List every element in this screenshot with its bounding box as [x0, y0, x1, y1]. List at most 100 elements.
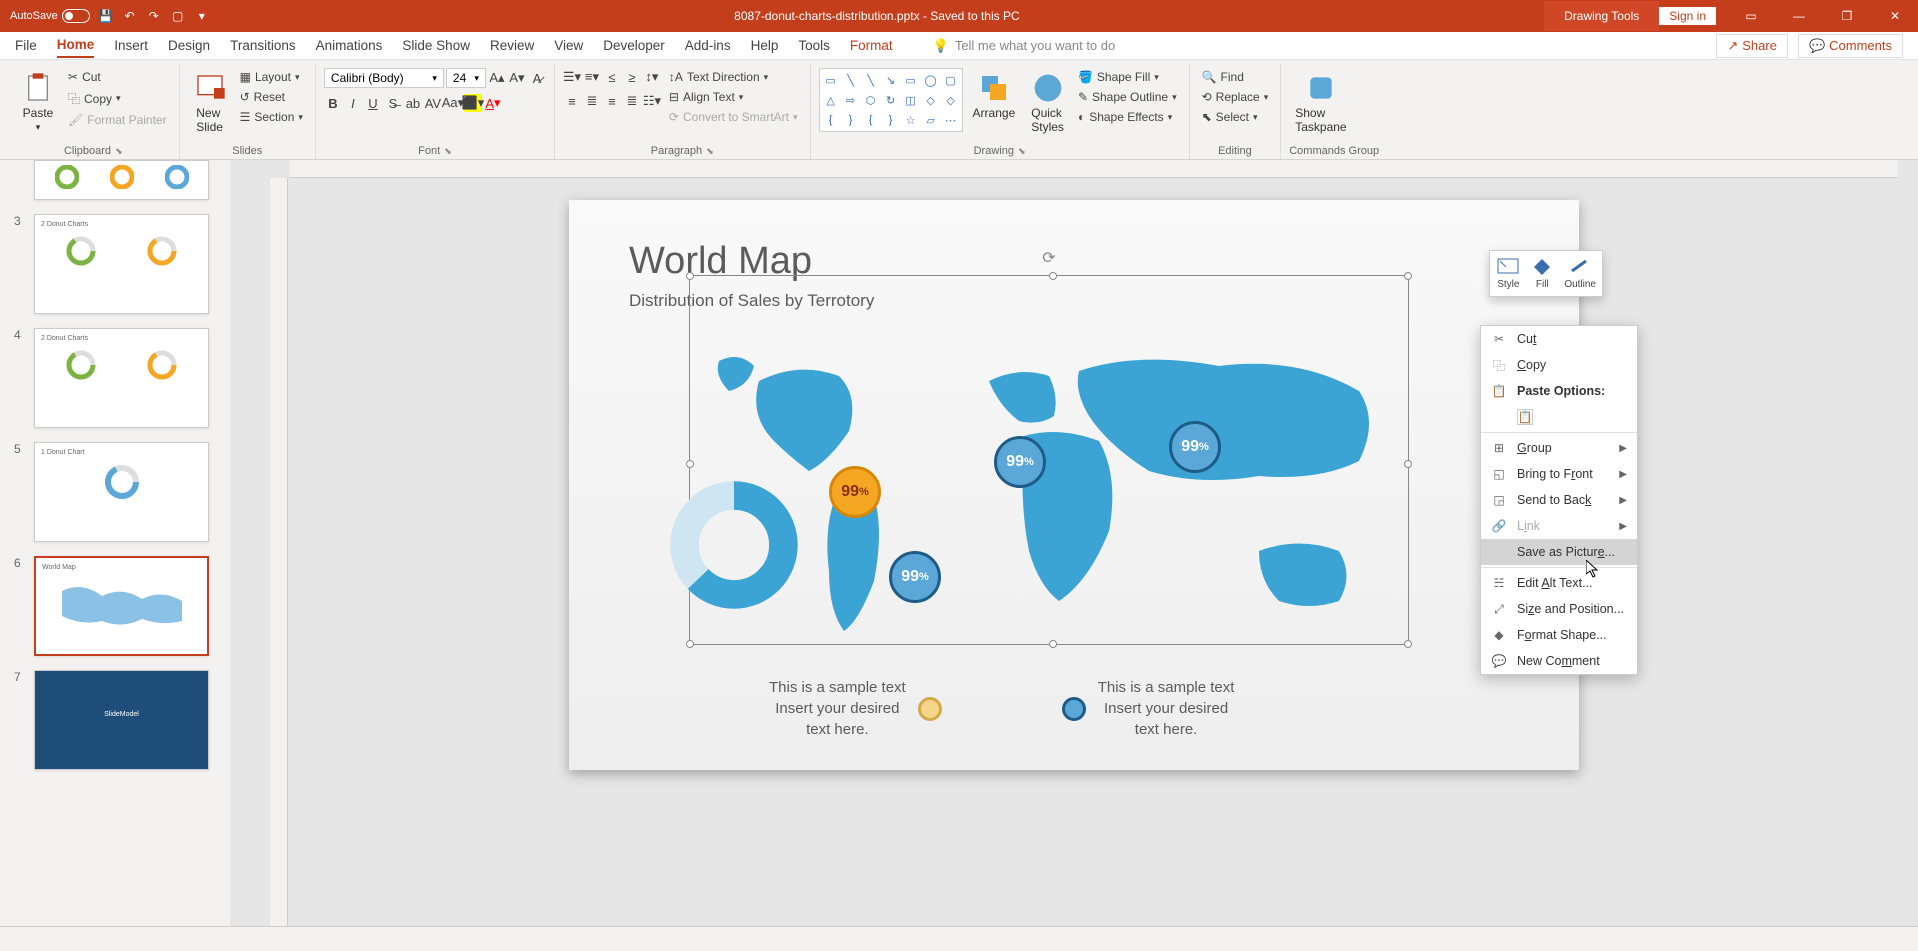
underline-button[interactable]: U — [364, 94, 382, 112]
resize-handle[interactable] — [1404, 272, 1412, 280]
shape-arr2-icon[interactable]: ↻ — [882, 91, 900, 109]
tab-view[interactable]: View — [554, 34, 583, 57]
select-button[interactable]: ⬉Select▾ — [1198, 108, 1273, 126]
shape-star-icon[interactable]: ◇ — [922, 91, 940, 109]
signin-button[interactable]: Sign in — [1659, 7, 1716, 25]
reset-button[interactable]: ↺Reset — [236, 88, 307, 106]
shape-brace4-icon[interactable]: } — [882, 111, 900, 129]
badge-sa[interactable]: 99% — [889, 551, 941, 603]
shape-fill-button[interactable]: 🪣Shape Fill▾ — [1074, 68, 1181, 86]
badge-as[interactable]: 99% — [1169, 421, 1221, 473]
increase-font-icon[interactable]: A▴ — [488, 69, 506, 87]
badge-eu[interactable]: 99% — [994, 436, 1046, 488]
launcher-icon[interactable]: ⬊ — [115, 146, 123, 157]
qat-more-icon[interactable]: ▾ — [194, 8, 210, 24]
align-text-button[interactable]: ⊟Align Text▾ — [665, 88, 802, 106]
font-size-input[interactable]: 24▾ — [446, 68, 486, 88]
shape-brace3-icon[interactable]: { — [862, 111, 880, 129]
comments-button[interactable]: 💬Comments — [1798, 34, 1903, 58]
quick-styles-button[interactable]: Quick Styles — [1025, 68, 1070, 138]
thumb-3[interactable]: 3 2 Donut Charts — [14, 214, 216, 314]
format-painter-button[interactable]: 🖌Format Painter — [64, 111, 171, 129]
shadow-button[interactable]: ab — [404, 94, 422, 112]
rotate-handle-icon[interactable]: ⟳ — [1042, 248, 1055, 268]
autosave-toggle[interactable]: AutoSave — [10, 9, 90, 23]
shape-more-icon[interactable]: ⋯ — [942, 111, 960, 129]
tab-design[interactable]: Design — [168, 34, 210, 57]
tab-file[interactable]: File — [15, 34, 37, 57]
shape-brace-icon[interactable]: { — [822, 111, 840, 129]
shape-tri-icon[interactable]: △ — [822, 91, 840, 109]
shape-banner-icon[interactable]: ◇ — [942, 91, 960, 109]
case-button[interactable]: Aa▾ — [444, 94, 462, 112]
ctx-group[interactable]: ⊞Group▶ — [1481, 435, 1637, 461]
text-direction-button[interactable]: ↕AText Direction▾ — [665, 68, 802, 86]
shape-hex-icon[interactable]: ⬡ — [862, 91, 880, 109]
smartart-button[interactable]: ⟳Convert to SmartArt▾ — [665, 108, 802, 126]
vertical-ruler[interactable] — [270, 178, 288, 926]
section-button[interactable]: ☰Section▾ — [236, 108, 307, 126]
shape-effects-button[interactable]: ◐Shape Effects▾ — [1074, 108, 1181, 126]
increase-indent-button[interactable]: ≥ — [623, 68, 641, 86]
legend-item-1[interactable]: This is a sample text Insert your desire… — [769, 677, 942, 740]
italic-button[interactable]: I — [344, 94, 362, 112]
thumb-4[interactable]: 4 2 Donut Charts — [14, 328, 216, 428]
decrease-indent-button[interactable]: ≤ — [603, 68, 621, 86]
line-spacing-button[interactable]: ↕▾ — [643, 68, 661, 86]
numbering-button[interactable]: ≡▾ — [583, 68, 601, 86]
shape-rrect-icon[interactable]: ▢ — [942, 71, 960, 89]
minimize-icon[interactable]: — — [1776, 0, 1822, 32]
font-color-button[interactable]: A▾ — [484, 94, 502, 112]
save-icon[interactable]: 💾 — [98, 8, 114, 24]
resize-handle[interactable] — [1049, 272, 1057, 280]
ctx-copy[interactable]: ⿻Copy — [1481, 352, 1637, 378]
shapes-gallery[interactable]: ▭ ╲ ╲ ↘ ▭ ◯ ▢ △ ⇨ ⬡ ↻ ◫ ◇ ◇ { } { } ☆ ▱ — [819, 68, 963, 132]
mini-toolbar[interactable]: Style Fill Outline — [1489, 250, 1603, 297]
clear-format-icon[interactable]: A̷ — [528, 69, 546, 87]
strike-button[interactable]: S̶ — [384, 94, 402, 112]
tab-home[interactable]: Home — [57, 33, 95, 58]
align-left-button[interactable]: ≡ — [563, 92, 581, 110]
launcher-icon[interactable]: ⬊ — [1018, 146, 1026, 157]
tell-me-search[interactable]: 💡 Tell me what you want to do — [933, 38, 1116, 54]
show-taskpane-button[interactable]: Show Taskpane — [1289, 68, 1352, 138]
ctx-new-comment[interactable]: 💬New Comment — [1481, 648, 1637, 674]
shape-doc-icon[interactable]: ◫ — [902, 91, 920, 109]
shape-arr-icon[interactable]: ⇨ — [842, 91, 860, 109]
context-menu[interactable]: ✂Cut ⿻Copy 📋Paste Options: 📋 ⊞Group▶ ◱Br… — [1480, 325, 1638, 675]
launcher-icon[interactable]: ⬊ — [444, 146, 452, 157]
tab-format[interactable]: Format — [850, 34, 893, 57]
ctx-size-position[interactable]: ⤢Size and Position... — [1481, 596, 1637, 622]
paste-button[interactable]: Paste▾ — [16, 68, 60, 137]
redo-icon[interactable]: ↷ — [146, 8, 162, 24]
layout-button[interactable]: ▦Layout▾ — [236, 68, 307, 86]
align-center-button[interactable]: ≣ — [583, 92, 601, 110]
shape-line-icon[interactable]: ╲ — [842, 71, 860, 89]
donut-left[interactable] — [669, 480, 799, 610]
tab-slideshow[interactable]: Slide Show — [402, 34, 470, 57]
tab-developer[interactable]: Developer — [603, 34, 665, 57]
ctx-format-shape[interactable]: ◆Format Shape... — [1481, 622, 1637, 648]
shape-brace2-icon[interactable]: } — [842, 111, 860, 129]
spacing-button[interactable]: AV — [424, 94, 442, 112]
ctx-bring-front[interactable]: ◱Bring to Front▶ — [1481, 461, 1637, 487]
align-right-button[interactable]: ≡ — [603, 92, 621, 110]
close-icon[interactable]: ✕ — [1872, 0, 1918, 32]
mini-outline-button[interactable]: Outline — [1564, 257, 1596, 290]
thumb-5[interactable]: 5 1 Donut Chart — [14, 442, 216, 542]
legend-item-2[interactable]: This is a sample text Insert your desire… — [1062, 677, 1235, 740]
tab-addins[interactable]: Add-ins — [685, 34, 731, 57]
ctx-cut[interactable]: ✂Cut — [1481, 326, 1637, 352]
copy-button[interactable]: ⿻Copy▾ — [64, 88, 171, 109]
shape-outline-button[interactable]: ✎Shape Outline▾ — [1074, 88, 1181, 106]
tab-insert[interactable]: Insert — [114, 34, 148, 57]
tab-transitions[interactable]: Transitions — [230, 34, 296, 57]
tab-animations[interactable]: Animations — [316, 34, 383, 57]
ctx-send-back[interactable]: ◲Send to Back▶ — [1481, 487, 1637, 513]
undo-icon[interactable]: ↶ — [122, 8, 138, 24]
columns-button[interactable]: ☷▾ — [643, 92, 661, 110]
tab-review[interactable]: Review — [490, 34, 534, 57]
badge-na[interactable]: 99% — [829, 466, 881, 518]
resize-handle[interactable] — [686, 272, 694, 280]
replace-button[interactable]: ⟲Replace▾ — [1198, 88, 1273, 106]
